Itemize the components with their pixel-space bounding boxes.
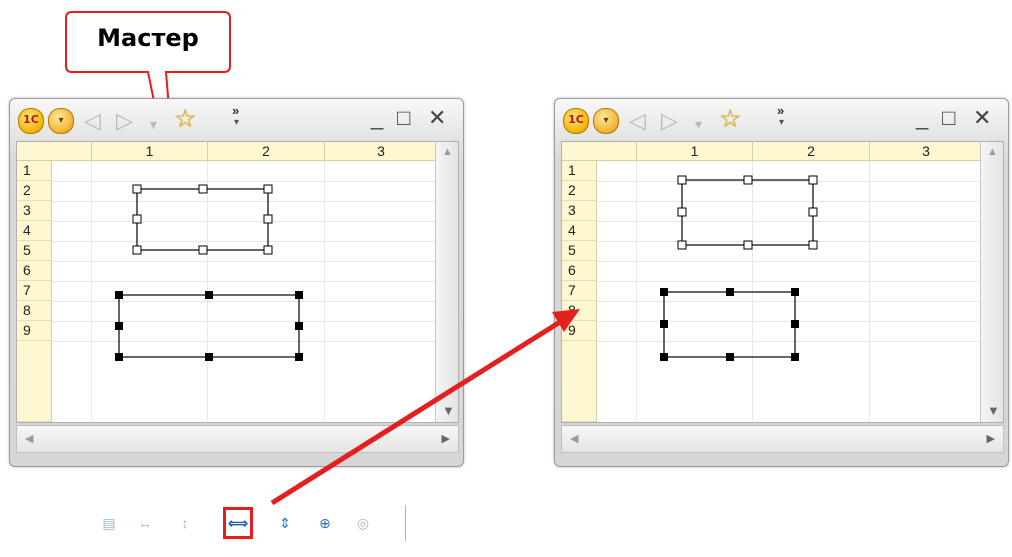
- annotation-arrow: [270, 309, 580, 506]
- toolbar-separator: [405, 505, 406, 541]
- same-width-active-button[interactable]: ⟺: [223, 507, 253, 539]
- bulb-icon[interactable]: ◎: [351, 511, 375, 535]
- same-width-icon[interactable]: ↔: [133, 511, 157, 535]
- align-icon[interactable]: ▤: [97, 511, 121, 535]
- alignment-toolbar: ▤ ↔ ↕ ⟺ ⇕ ⊕ ◎: [95, 505, 407, 541]
- center-vertical-icon[interactable]: ⇕: [273, 511, 297, 535]
- center-both-icon[interactable]: ⊕: [313, 511, 337, 535]
- same-height-icon[interactable]: ↕: [173, 511, 197, 535]
